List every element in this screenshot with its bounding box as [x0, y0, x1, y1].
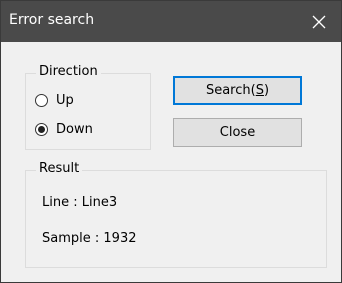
result-line: Line : Line3 — [42, 195, 118, 210]
result-line-value: Line3 — [81, 195, 118, 210]
search-button[interactable]: Search(S) — [173, 76, 302, 105]
result-line-label: Line — [42, 195, 70, 210]
result-legend: Result — [36, 161, 83, 176]
direction-group: Direction Up Down — [25, 64, 151, 150]
error-search-dialog: Error search Direction Up Down Search(S)… — [0, 0, 342, 283]
close-button[interactable]: Close — [173, 118, 302, 147]
radio-up-circle[interactable] — [35, 94, 48, 107]
close-window-button[interactable] — [297, 1, 341, 42]
radio-up[interactable]: Up — [35, 93, 74, 108]
radio-down-label: Down — [56, 122, 93, 137]
close-button-label: Close — [219, 125, 256, 140]
radio-up-label: Up — [56, 93, 74, 108]
window-title: Error search — [9, 12, 95, 28]
direction-legend: Direction — [36, 64, 101, 79]
result-sample: Sample : 1932 — [42, 231, 137, 246]
close-icon — [312, 15, 326, 28]
result-group: Result Line : Line3 Sample : 1932 — [25, 161, 327, 268]
radio-down-circle[interactable] — [35, 123, 48, 136]
title-bar[interactable]: Error search — [1, 1, 341, 42]
search-button-label-prefix: Search( — [205, 83, 256, 98]
result-sample-label: Sample — [42, 231, 91, 246]
result-sample-value: 1932 — [103, 231, 137, 246]
search-button-mnemonic: S — [255, 83, 264, 98]
radio-down[interactable]: Down — [35, 122, 93, 137]
search-button-label-suffix: ) — [263, 83, 270, 98]
